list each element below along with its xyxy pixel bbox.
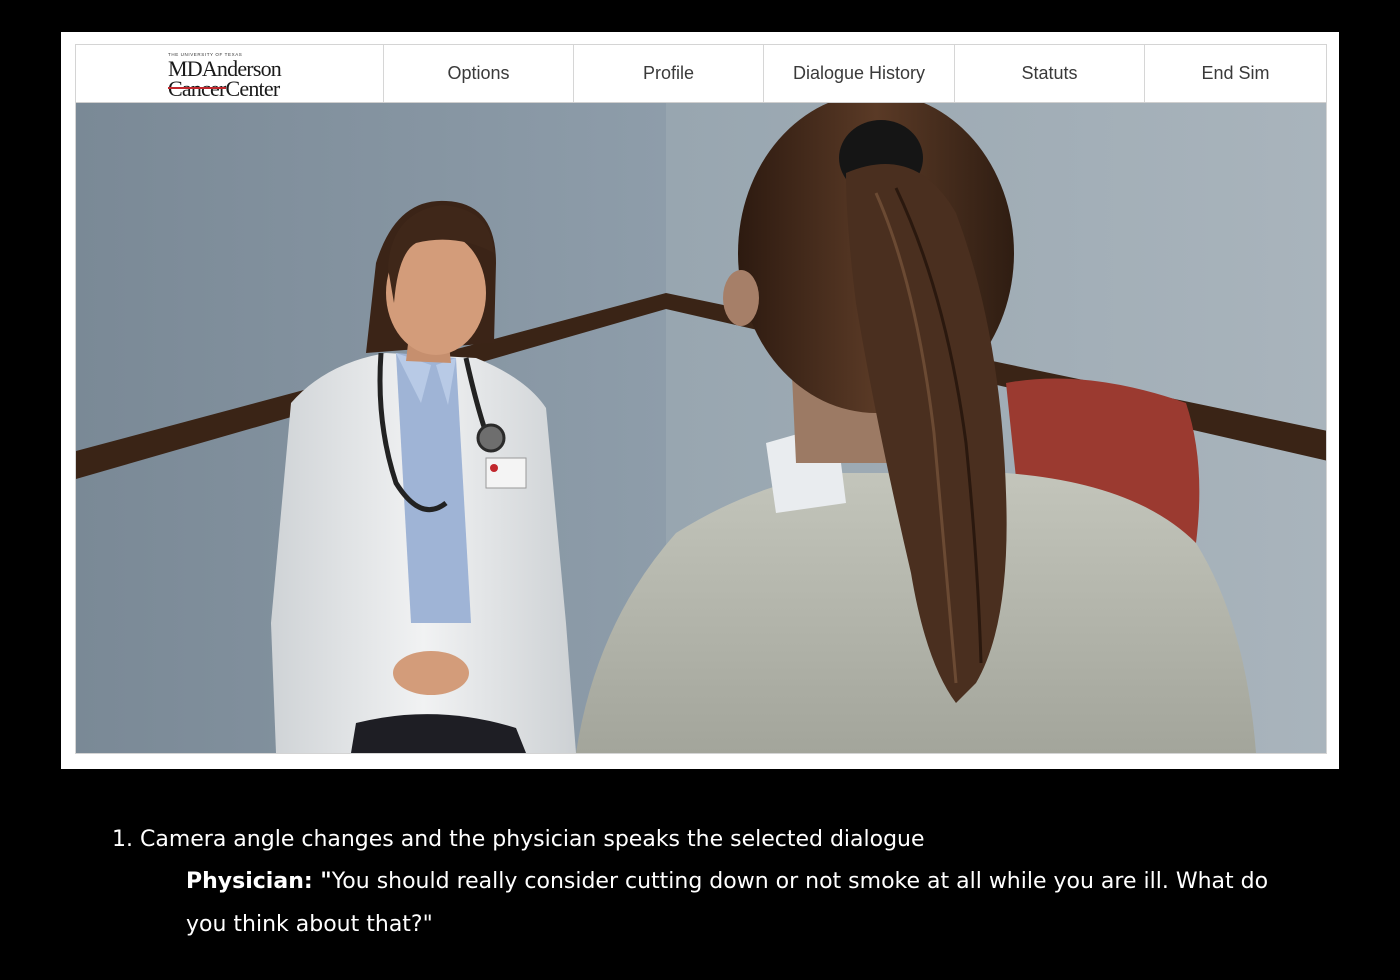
caption: 1. Camera angle changes and the physicia… [112, 824, 1312, 946]
simulation-scene [76, 103, 1326, 753]
dialogue-text: You should really consider cutting down … [186, 869, 1269, 937]
logo-struck-word: Cancer [168, 76, 226, 101]
logo-cell: THE UNIVERSITY OF TEXAS MDAnderson Cance… [76, 45, 384, 102]
screenshot-frame: THE UNIVERSITY OF TEXAS MDAnderson Cance… [61, 32, 1339, 769]
logo-line2-rest: Center [225, 76, 281, 101]
logo-line2: CancerCenter [168, 76, 281, 101]
dialogue-quote: Physician: "You should really consider c… [186, 860, 1296, 946]
simulation-app: THE UNIVERSITY OF TEXAS MDAnderson Cance… [75, 44, 1327, 754]
scene-illustration [76, 103, 1326, 753]
md-anderson-logo: THE UNIVERSITY OF TEXAS MDAnderson Cance… [168, 52, 282, 101]
nav-profile-button[interactable]: Profile [574, 45, 764, 102]
nav-end-sim-button[interactable]: End Sim [1145, 45, 1326, 102]
speaker-label: Physician: " [186, 869, 332, 894]
nav-options-button[interactable]: Options [384, 45, 574, 102]
nav-statuts-button[interactable]: Statuts [955, 45, 1145, 102]
caption-step: 1. Camera angle changes and the physicia… [112, 827, 925, 852]
top-navbar: THE UNIVERSITY OF TEXAS MDAnderson Cance… [76, 45, 1326, 103]
nav-dialogue-history-button[interactable]: Dialogue History [764, 45, 955, 102]
